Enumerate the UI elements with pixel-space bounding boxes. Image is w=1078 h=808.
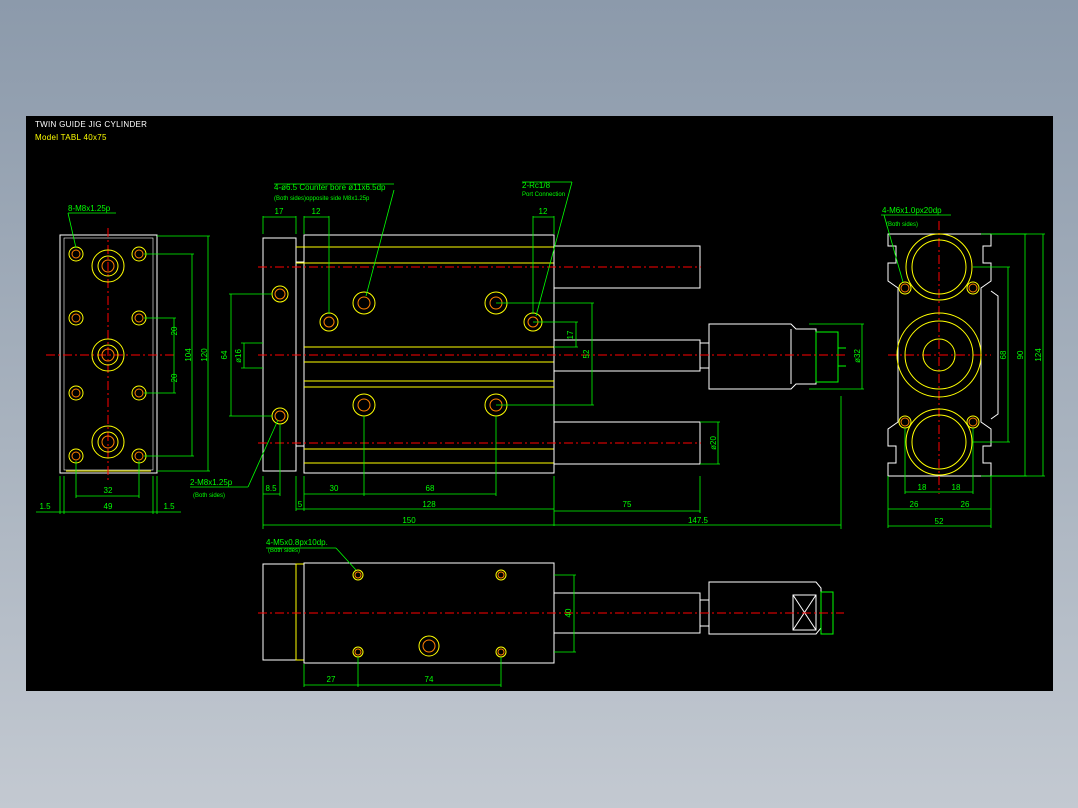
dim-front-12-a: 12 (312, 207, 321, 216)
left-tapped-callout: 8-M8x1.25p (68, 204, 111, 213)
bottom-tapped-callout-sub: (Both sides) (268, 548, 300, 554)
port-callout-sub: Port Connection (522, 192, 565, 198)
dim-front-17: 17 (275, 207, 284, 216)
drawing-canvas: TWIN GUIDE JIG CYLINDER Model TABL 40x75 (26, 116, 1053, 691)
right-tapped-callout-sub: (Both sides) (886, 222, 918, 228)
dim-front-147-5: 147.5 (688, 516, 709, 525)
dim-left-1-5-a: 1.5 (39, 502, 51, 511)
dim-front-phi32: ø32 (853, 349, 862, 363)
dim-bottom-74: 74 (425, 675, 434, 684)
dim-left-120: 120 (200, 348, 209, 362)
dim-right-18-a: 18 (918, 483, 927, 492)
left-end-view (36, 212, 210, 514)
dim-right-90: 90 (1016, 350, 1025, 359)
dim-front-150: 150 (402, 516, 416, 525)
dim-front-8-5: 8.5 (265, 484, 277, 493)
dim-front-12-b: 12 (539, 207, 548, 216)
counterbore-callout-sub: (Both sides)opposite side M8x1.25p (274, 196, 370, 202)
dim-right-124: 124 (1034, 348, 1043, 362)
dim-right-26-a: 26 (910, 500, 919, 509)
dim-left-20-upper: 20 (170, 326, 179, 335)
counterbore-callout: 4-ø6.5 Counter bore ø11x6.5dp (274, 183, 386, 192)
dim-left-32: 32 (104, 486, 113, 495)
dim-left-1-5-b: 1.5 (163, 502, 175, 511)
dim-bottom-27: 27 (327, 675, 336, 684)
front-view (190, 181, 864, 529)
side-tapped-callout-sub: (Both sides) (193, 493, 225, 499)
dim-front-52: 52 (582, 349, 591, 358)
cad-drawing: 8-M8x1.25p 20 20 104 120 32 49 1.5 1.5 4… (36, 181, 1045, 687)
dim-right-52: 52 (935, 517, 944, 526)
dim-right-26-b: 26 (961, 500, 970, 509)
dim-front-128: 128 (422, 500, 436, 509)
dim-front-17-side: 17 (566, 330, 575, 339)
dim-front-75: 75 (623, 500, 632, 509)
dim-front-phi20: ø20 (709, 436, 718, 450)
dim-left-20-lower: 20 (170, 373, 179, 382)
bottom-view (258, 547, 844, 687)
dim-front-30: 30 (330, 484, 339, 493)
bottom-tapped-callout: 4-M5x0.8px10dp. (266, 538, 328, 547)
dim-right-18-b: 18 (952, 483, 961, 492)
dim-left-104: 104 (184, 348, 193, 362)
port-callout: 2-Rc1/8 (522, 181, 551, 190)
dim-left-49: 49 (104, 502, 113, 511)
right-end-view (881, 214, 1045, 528)
dim-right-68: 68 (999, 350, 1008, 359)
right-tapped-callout: 4-M6x1.0px20dp (882, 206, 942, 215)
dim-front-5: 5 (298, 500, 303, 509)
dim-front-64: 64 (220, 350, 229, 359)
dim-front-phi16: ø16 (234, 349, 243, 363)
dim-front-68: 68 (426, 484, 435, 493)
side-tapped-callout: 2-M8x1.25p (190, 478, 233, 487)
dim-bottom-40: 40 (564, 608, 573, 617)
